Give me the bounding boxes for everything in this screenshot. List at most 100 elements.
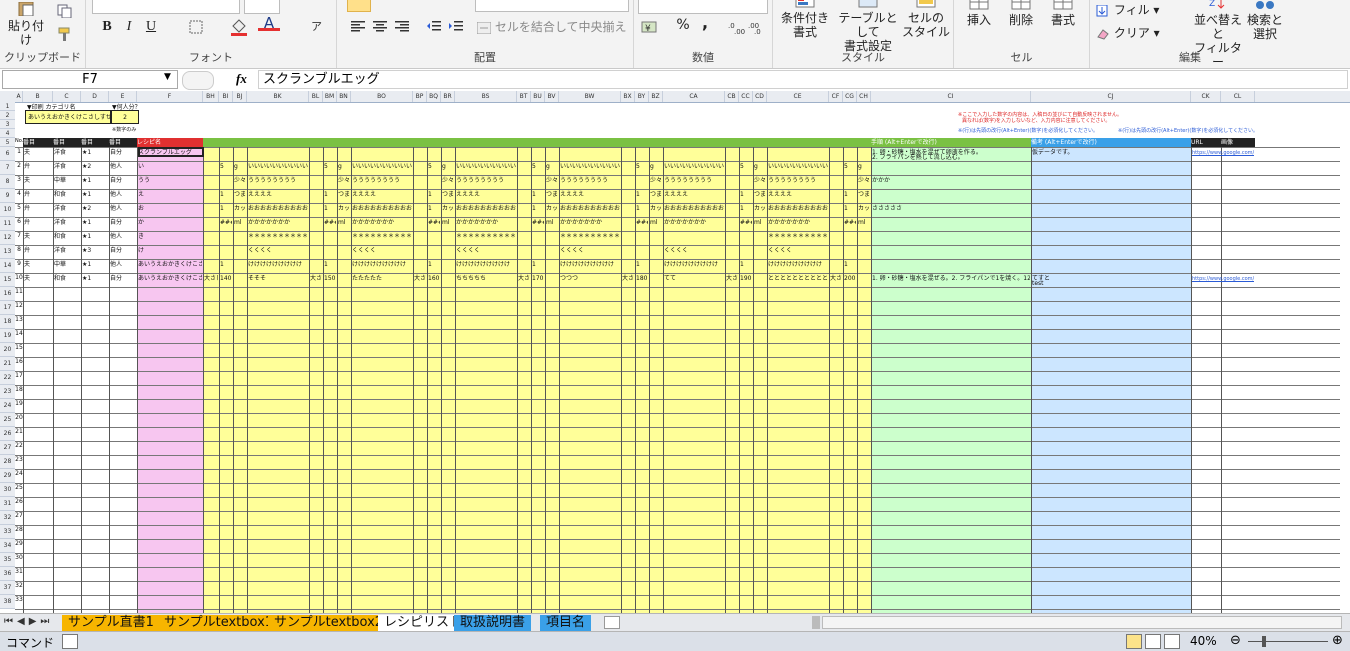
row-header-35[interactable]: 35 xyxy=(0,553,15,567)
row-header-12[interactable]: 12 xyxy=(0,231,15,245)
cell-f[interactable]: え xyxy=(138,190,202,200)
cell-bv[interactable]: ml xyxy=(546,218,558,228)
cell-b[interactable]: 弁 xyxy=(24,218,52,228)
name-box-dropdown-icon[interactable]: ▼ xyxy=(164,72,171,82)
cell-bk[interactable]: けけけけけけけけけ xyxy=(248,260,308,270)
cell-ck[interactable]: https://www.google.com/?h xyxy=(1192,274,1254,284)
header-ingredient-name-ca[interactable] xyxy=(663,138,725,147)
cell-bk[interactable]: くくくく xyxy=(248,246,308,256)
header-steps[interactable]: 手順 (Alt+Enterで改行) xyxy=(871,138,1031,147)
cell-by[interactable]: 5 xyxy=(636,162,648,172)
cell-bu[interactable]: 1 xyxy=(532,190,544,200)
header-recipe-name[interactable]: レシピ名 xyxy=(137,138,203,147)
function-icon[interactable]: fx xyxy=(236,71,247,87)
row-header-7[interactable]: 7 xyxy=(0,161,15,175)
cell-f[interactable]: き xyxy=(138,232,202,242)
copy-button[interactable] xyxy=(54,4,76,21)
tab-6[interactable]: 項目名 xyxy=(540,615,592,631)
cell-b[interactable]: 弁 xyxy=(24,190,52,200)
cell-f[interactable]: あいうえおかきくけこさしすせそ xyxy=(138,274,202,284)
zoom-in-icon[interactable]: ⊕ xyxy=(1332,633,1343,648)
row-header-11[interactable]: 11 xyxy=(0,217,15,231)
page-break-icon[interactable] xyxy=(1164,634,1180,649)
cell-bw[interactable]: うううううううう xyxy=(560,176,620,186)
tab-5[interactable]: 取扱説明書 xyxy=(454,615,532,631)
column-header-bu[interactable]: BU xyxy=(531,91,545,102)
cell-bw[interactable]: つつつ xyxy=(560,274,620,284)
cell-bm[interactable]: 1 xyxy=(324,190,336,200)
cell-bu[interactable]: 1 xyxy=(532,260,544,270)
cell-bw[interactable]: かかかかかかか xyxy=(560,218,620,228)
column-header-bz[interactable]: BZ xyxy=(649,91,663,102)
cell-bv[interactable]: g xyxy=(546,162,558,172)
cell-br[interactable]: ml xyxy=(442,218,454,228)
cell-br[interactable]: 少々 xyxy=(442,176,454,186)
cell-bo[interactable]: たたたたた xyxy=(352,274,412,284)
header-ingredient-bt[interactable] xyxy=(517,138,559,147)
cell-bn[interactable]: ml xyxy=(338,218,350,228)
cell-ca[interactable]: うううううううう xyxy=(664,176,724,186)
row-header-10[interactable]: 10 xyxy=(0,203,15,217)
row-header-22[interactable]: 22 xyxy=(0,371,15,385)
cell-cg[interactable]: 1 xyxy=(844,204,856,214)
cell-bs[interactable]: けけけけけけけけけ xyxy=(456,260,516,270)
border-button[interactable] xyxy=(186,20,206,37)
cell-ca[interactable]: かかかかかかか xyxy=(664,218,724,228)
cell-e[interactable]: 他人 xyxy=(110,232,136,242)
column-header-cf[interactable]: CF xyxy=(829,91,843,102)
cell-ce[interactable]: ええええ xyxy=(768,190,828,200)
tab-nav-arrows[interactable]: ⏮◀▶⏭ xyxy=(4,616,53,627)
column-header-bv[interactable]: BV xyxy=(545,91,559,102)
cell-cc[interactable]: 1 xyxy=(740,260,752,270)
row-header-21[interactable]: 21 xyxy=(0,357,15,371)
macro-record-icon[interactable] xyxy=(62,634,78,649)
column-header-a[interactable]: A xyxy=(15,91,23,102)
cell-ce[interactable]: ＊＊＊＊＊＊＊＊＊＊＊ xyxy=(768,232,828,242)
row-header-28[interactable]: 28 xyxy=(0,455,15,469)
header-ingredient-name-bo[interactable] xyxy=(351,138,413,147)
column-header-bx[interactable]: BX xyxy=(621,91,635,102)
cell-f[interactable]: お xyxy=(138,204,202,214)
top-align-button[interactable] xyxy=(347,0,371,12)
cell-d[interactable]: ★1 xyxy=(82,218,108,228)
cell-bi[interactable]: #### xyxy=(220,218,232,228)
header-ingredient-name-bw[interactable] xyxy=(559,138,621,147)
column-header-bq[interactable]: BQ xyxy=(427,91,441,102)
cell-ca[interactable]: てて xyxy=(664,274,724,284)
cell-bk[interactable]: おおおおおおおおおお xyxy=(248,204,308,214)
cell-bk[interactable]: ＊＊＊＊＊＊＊＊＊＊＊ xyxy=(248,232,308,242)
header-ingredient-cb[interactable] xyxy=(725,138,767,147)
cell-bu[interactable]: #### xyxy=(532,218,544,228)
format-as-table-button[interactable]: テーブルとして 書式設定 xyxy=(833,0,903,53)
fill-color-button[interactable] xyxy=(226,18,252,39)
cell-bq[interactable]: 5 xyxy=(428,162,440,172)
cell-bi[interactable]: 1 xyxy=(220,260,232,270)
row-header-15[interactable]: 15 xyxy=(0,273,15,287)
cell-e[interactable]: 他人 xyxy=(110,162,136,172)
row-header-4[interactable]: 4 xyxy=(0,129,15,138)
cell-ca[interactable]: おおおおおおおおおお xyxy=(664,204,724,214)
column-header-ca[interactable]: CA xyxy=(663,91,725,102)
cell-bk[interactable]: ええええ xyxy=(248,190,308,200)
column-header-cj[interactable]: CJ xyxy=(1031,91,1191,102)
cell-by[interactable]: 1 xyxy=(636,190,648,200)
cell-d[interactable]: ★1 xyxy=(82,274,108,284)
column-header-bl[interactable]: BL xyxy=(309,91,323,102)
cell-e[interactable]: 他人 xyxy=(110,204,136,214)
cell-d[interactable]: ★2 xyxy=(82,162,108,172)
number-format-box[interactable] xyxy=(638,0,768,14)
cell-cg[interactable]: 5 xyxy=(844,162,856,172)
cell-bm[interactable]: 1 xyxy=(324,204,336,214)
cell-bh[interactable]: 大さじ xyxy=(204,274,218,284)
cell-cd[interactable]: ml xyxy=(754,218,766,228)
cell-b[interactable]: 夫 xyxy=(24,148,52,158)
decrease-indent-button[interactable] xyxy=(425,20,443,35)
cell-ce[interactable]: うううううううう xyxy=(768,176,828,186)
row-header-8[interactable]: 8 xyxy=(0,175,15,189)
column-header-br[interactable]: BR xyxy=(441,91,455,102)
horizontal-scrollbar[interactable] xyxy=(822,616,1342,629)
cell-d[interactable]: ★1 xyxy=(82,190,108,200)
cell-bo[interactable]: いいいいいいいいいい xyxy=(352,162,412,172)
column-header-c[interactable]: C xyxy=(53,91,81,102)
cell-bo[interactable]: ＊＊＊＊＊＊＊＊＊＊＊ xyxy=(352,232,412,242)
